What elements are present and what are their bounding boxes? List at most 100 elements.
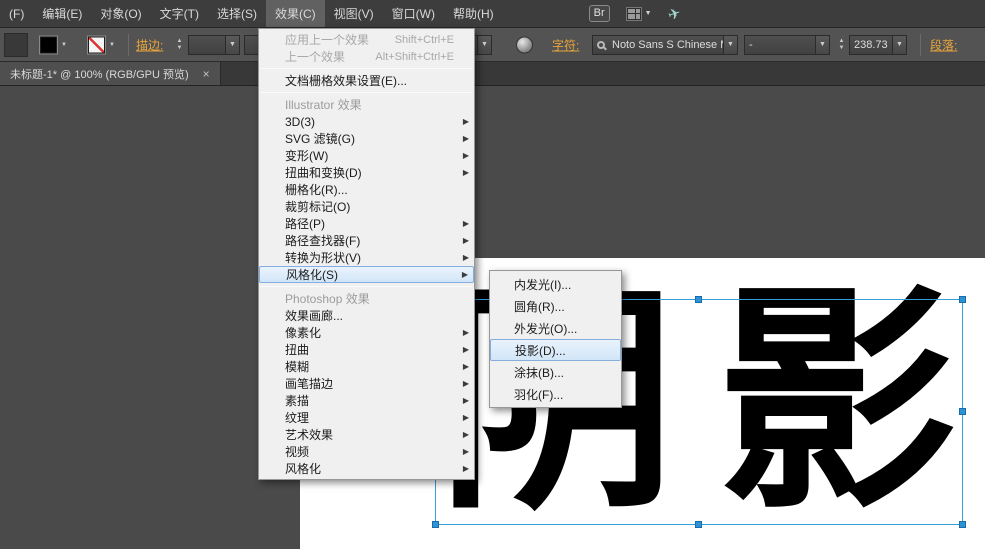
menu-item-label: 应用上一个效果 — [285, 31, 385, 48]
toolbar-proxy-icon — [4, 33, 28, 57]
effect-menu-item[interactable]: 纹理▶ — [259, 409, 474, 426]
effect-menu-item[interactable]: 视频 ▶ — [259, 443, 474, 460]
fill-color-swatch[interactable] — [40, 36, 57, 53]
effect-menu-item[interactable]: 素描▶ — [259, 392, 474, 409]
selection-handle[interactable] — [695, 521, 702, 528]
menubar-item[interactable]: 对象(O) — [91, 0, 150, 27]
character-panel-link[interactable]: 字符: — [552, 36, 579, 53]
menubar-item[interactable]: 编辑(E) — [33, 0, 91, 27]
menu-item-label: 外发光(O)... — [514, 320, 607, 337]
stroke-weight-stepper[interactable]: ▲ ▼ — [174, 35, 185, 55]
effect-menu-item[interactable]: 扭曲▶ — [259, 341, 474, 358]
effect-menu-item[interactable]: 文档栅格效果设置(E)... — [259, 72, 474, 89]
chevron-down-icon[interactable]: ▼ — [723, 36, 737, 54]
menu-item-label: 像素化 — [285, 324, 454, 341]
effect-menu-item[interactable]: SVG 滤镜(G)▶ — [259, 130, 474, 147]
chevron-down-icon[interactable]: ▼ — [815, 36, 829, 54]
menubar-item[interactable]: 效果(C) — [266, 0, 325, 27]
menubar-item[interactable]: (F) — [0, 0, 33, 27]
stylize-submenu-item[interactable]: 投影(D)... — [490, 339, 621, 361]
chevron-down-icon[interactable]: ▼ — [225, 36, 239, 54]
stylize-submenu-item[interactable]: 外发光(O)... — [490, 317, 621, 339]
menubar-item[interactable]: 选择(S) — [208, 0, 266, 27]
bridge-button[interactable]: Br — [589, 5, 610, 22]
effect-menu-item[interactable]: 路径(P)▶ — [259, 215, 474, 232]
menubar-items: (F)编辑(E)对象(O)文字(T)选择(S)效果(C)视图(V)窗口(W)帮助… — [0, 0, 503, 27]
stepper-up-icon[interactable]: ▲ — [836, 38, 847, 44]
effect-menu-item[interactable]: 转换为形状(V)▶ — [259, 249, 474, 266]
chevron-down-icon: ▼ — [645, 10, 652, 17]
menu-item-label: SVG 滤镜(G) — [285, 130, 454, 147]
stroke-dropdown-arrow-icon[interactable]: ▼ — [109, 42, 115, 48]
divider — [920, 34, 921, 56]
stylize-submenu-item[interactable]: 羽化(F)... — [490, 383, 621, 405]
menu-item-label: 艺术效果 — [285, 426, 454, 443]
document-tab[interactable]: 未标题-1* @ 100% (RGB/GPU 预览) × — [0, 62, 221, 85]
workspace-grid-icon — [626, 7, 642, 21]
menu-item-label: 模糊 — [285, 358, 454, 375]
chevron-down-icon[interactable]: ▼ — [477, 36, 491, 54]
share-icon[interactable]: ✈ — [665, 3, 683, 24]
submenu-arrow-icon: ▶ — [463, 379, 469, 388]
stepper-down-icon[interactable]: ▼ — [174, 45, 185, 51]
font-size-stepper[interactable]: ▲ ▼ — [836, 35, 847, 55]
effect-menu-item[interactable]: 扭曲和变换(D)▶ — [259, 164, 474, 181]
menu-item-label: 变形(W) — [285, 147, 454, 164]
selection-handle[interactable] — [959, 408, 966, 415]
effect-menu-item[interactable]: 风格化▶ — [259, 460, 474, 477]
submenu-arrow-icon: ▶ — [463, 117, 469, 126]
menu-item-shortcut: Alt+Shift+Ctrl+E — [375, 51, 454, 63]
illustrator-window: 阴影 (F)编辑(E)对象(O)文字(T)选择(S)效果(C)视图(V)窗口(W… — [0, 0, 985, 549]
menu-item-label: 栅格化(R)... — [285, 181, 454, 198]
selection-handle[interactable] — [959, 296, 966, 303]
menu-item-label: 效果画廊... — [285, 307, 454, 324]
recolor-artwork-icon[interactable] — [516, 36, 533, 53]
stroke-panel-link[interactable]: 描边: — [136, 36, 163, 53]
menu-item-label: 3D(3) — [285, 115, 454, 129]
effect-menu-item[interactable]: 艺术效果▶ — [259, 426, 474, 443]
menu-item-label: Illustrator 效果 — [285, 96, 454, 113]
effect-menu-item[interactable]: 效果画廊... — [259, 307, 474, 324]
menu-item-label: 素描 — [285, 392, 454, 409]
effect-menu-item[interactable]: 模糊▶ — [259, 358, 474, 375]
effect-menu-item[interactable]: 变形(W)▶ — [259, 147, 474, 164]
chevron-down-icon[interactable]: ▼ — [892, 36, 906, 54]
stroke-weight-select[interactable]: ▼ — [188, 35, 240, 55]
fill-dropdown-arrow-icon[interactable]: ▼ — [61, 42, 67, 48]
selection-handle[interactable] — [432, 521, 439, 528]
stylize-submenu-item[interactable]: 圆角(R)... — [490, 295, 621, 317]
stepper-up-icon[interactable]: ▲ — [174, 38, 185, 44]
font-family-select[interactable]: Noto Sans S Chinese M ▼ — [592, 35, 738, 55]
menu-item-label: 扭曲和变换(D) — [285, 164, 454, 181]
effect-menu-item[interactable]: 风格化(S)▶ — [259, 266, 474, 283]
font-style-value: - — [745, 39, 815, 51]
font-style-select[interactable]: - ▼ — [744, 35, 830, 55]
close-icon[interactable]: × — [203, 68, 210, 80]
effect-menu-item[interactable]: 像素化▶ — [259, 324, 474, 341]
effect-menu-item[interactable]: 路径查找器(F)▶ — [259, 232, 474, 249]
selection-handle[interactable] — [695, 296, 702, 303]
stepper-down-icon[interactable]: ▼ — [836, 45, 847, 51]
menu-item-label: 涂抹(B)... — [514, 364, 607, 381]
stroke-color-swatch[interactable] — [88, 36, 105, 53]
workspace-switcher[interactable]: ▼ — [626, 7, 652, 21]
search-icon — [597, 41, 605, 49]
selection-handle[interactable] — [959, 521, 966, 528]
menubar-item[interactable]: 文字(T) — [151, 0, 208, 27]
effect-menu-item[interactable]: 裁剪标记(O) — [259, 198, 474, 215]
font-size-value: 238.73 — [850, 39, 892, 51]
stylize-submenu-item[interactable]: 涂抹(B)... — [490, 361, 621, 383]
effect-menu-item[interactable]: 画笔描边▶ — [259, 375, 474, 392]
menubar-item[interactable]: 帮助(H) — [444, 0, 503, 27]
submenu-arrow-icon: ▶ — [463, 447, 469, 456]
menu-item-label: 文档栅格效果设置(E)... — [285, 72, 454, 89]
effect-menu-item[interactable]: 3D(3) ▶ — [259, 113, 474, 130]
menu-item-label: 视频 — [285, 443, 454, 460]
font-size-select[interactable]: 238.73 ▼ — [849, 35, 907, 55]
paragraph-panel-link[interactable]: 段落: — [930, 36, 957, 53]
effect-menu-item[interactable]: 栅格化(R)... — [259, 181, 474, 198]
menubar-item[interactable]: 窗口(W) — [383, 0, 444, 27]
menu-item-label: 路径查找器(F) — [285, 232, 454, 249]
stylize-submenu-item[interactable]: 内发光(I)... — [490, 273, 621, 295]
menubar-item[interactable]: 视图(V) — [325, 0, 383, 27]
